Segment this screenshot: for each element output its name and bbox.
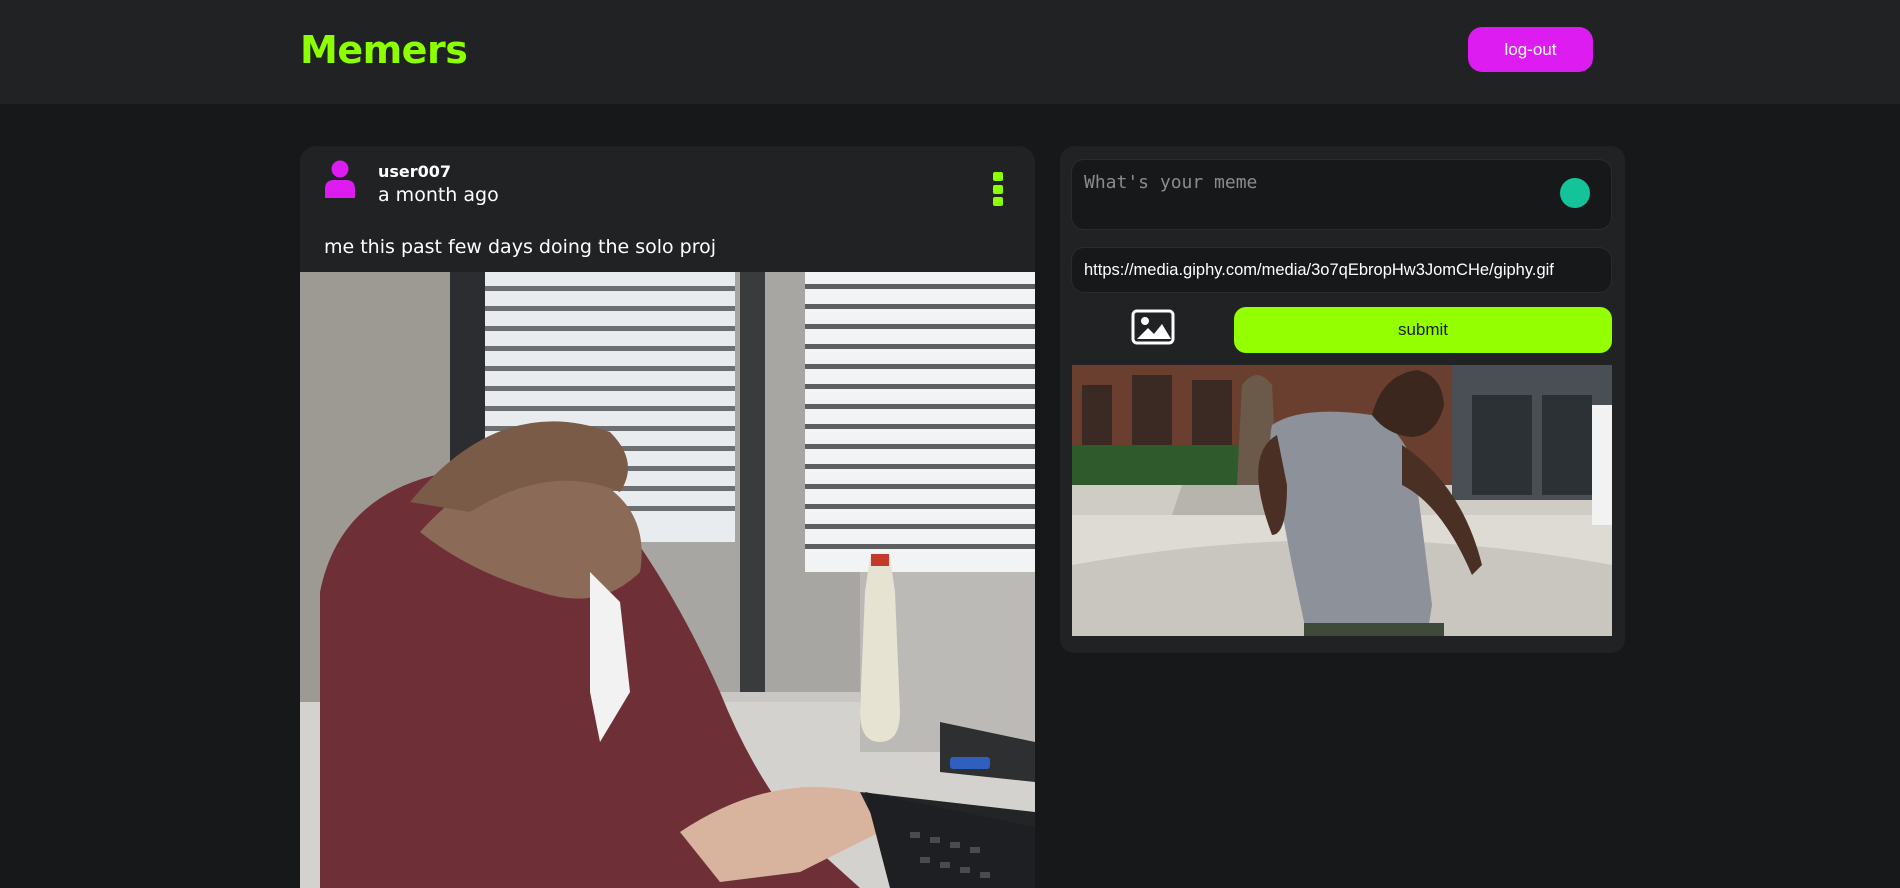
- app-logo[interactable]: Memers: [300, 28, 468, 72]
- meme-url-input[interactable]: [1071, 247, 1612, 293]
- post-caption: me this past few days doing the solo pro…: [324, 236, 717, 258]
- meme-text-input[interactable]: [1071, 159, 1612, 230]
- meme-preview-image: [1072, 365, 1612, 636]
- meme-post-card: user007 a month ago me this past few day…: [300, 146, 1035, 888]
- post-meme-image: [300, 272, 1035, 888]
- grammarly-icon[interactable]: [1560, 178, 1590, 208]
- top-navbar: Memers log-out: [0, 0, 1900, 104]
- submit-button[interactable]: submit: [1234, 307, 1612, 353]
- user-avatar-icon: [325, 160, 355, 198]
- meme-composer: submit: [1060, 146, 1625, 653]
- post-username[interactable]: user007: [378, 162, 451, 181]
- logout-button[interactable]: log-out: [1468, 27, 1593, 72]
- post-timestamp: a month ago: [378, 184, 499, 206]
- image-upload-icon[interactable]: [1131, 309, 1175, 345]
- more-options-icon[interactable]: [993, 172, 1003, 206]
